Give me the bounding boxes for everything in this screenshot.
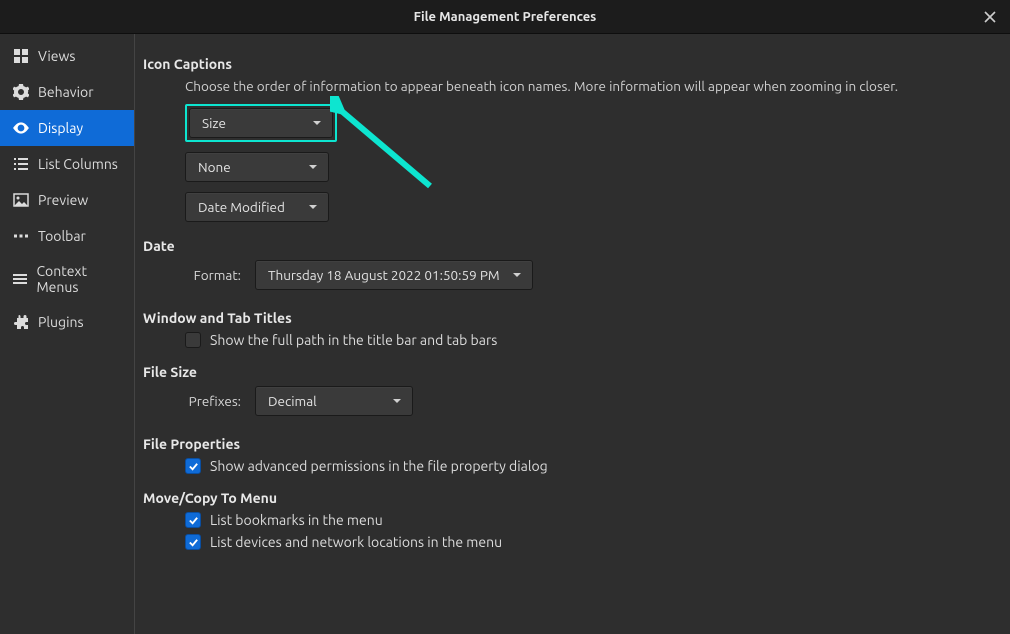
devices-label: List devices and network locations in th… [210, 534, 502, 550]
titlebar: File Management Preferences [0, 0, 1010, 34]
window-tab-heading: Window and Tab Titles [143, 310, 988, 326]
combo-value: Thursday 18 August 2022 01:50:59 PM [268, 267, 500, 283]
prefixes-label: Prefixes: [185, 393, 241, 409]
sidebar-item-label: Behavior [38, 84, 94, 100]
full-path-checkbox[interactable] [185, 332, 201, 348]
devices-checkbox[interactable] [185, 534, 201, 550]
move-copy-heading: Move/Copy To Menu [143, 490, 988, 506]
combo-value: Decimal [268, 393, 317, 409]
bookmarks-label: List bookmarks in the menu [210, 512, 383, 528]
sidebar-item-preview[interactable]: Preview [0, 182, 134, 218]
sidebar-item-behavior[interactable]: Behavior [0, 74, 134, 110]
close-button[interactable] [980, 7, 1000, 27]
sidebar-item-toolbar[interactable]: Toolbar [0, 218, 134, 254]
menu-icon [12, 270, 28, 288]
prefixes-combo[interactable]: Decimal [255, 386, 413, 416]
sidebar-item-label: List Columns [38, 156, 118, 172]
sidebar-item-context-menus[interactable]: Context Menus [0, 254, 134, 304]
full-path-label: Show the full path in the title bar and … [210, 332, 497, 348]
chevron-down-icon [308, 199, 318, 215]
date-format-combo[interactable]: Thursday 18 August 2022 01:50:59 PM [255, 260, 533, 290]
advanced-perms-checkbox[interactable] [185, 458, 201, 474]
list-icon [12, 155, 30, 173]
sidebar-item-views[interactable]: Views [0, 38, 134, 74]
caption-combo-3[interactable]: Date Modified [185, 192, 329, 222]
combo-value: None [198, 159, 231, 175]
icon-captions-heading: Icon Captions [143, 56, 988, 72]
file-props-heading: File Properties [143, 436, 988, 452]
date-heading: Date [143, 238, 988, 254]
sidebar-item-label: Views [38, 48, 75, 64]
annotation-highlight: Size [185, 104, 337, 142]
caption-combo-1[interactable]: Size [189, 108, 333, 138]
combo-value: Size [202, 115, 226, 131]
chevron-down-icon [308, 159, 318, 175]
caption-combo-2[interactable]: None [185, 152, 329, 182]
combo-value: Date Modified [198, 199, 285, 215]
sidebar-item-label: Preview [38, 192, 88, 208]
chevron-down-icon [392, 393, 402, 409]
sidebar: Views Behavior Display List Columns Prev… [0, 34, 135, 634]
grid-icon [12, 47, 30, 65]
chevron-down-icon [312, 115, 322, 131]
sidebar-item-label: Toolbar [38, 228, 86, 244]
sidebar-item-label: Context Menus [36, 263, 124, 295]
eye-icon [12, 119, 30, 137]
chevron-down-icon [512, 267, 522, 283]
file-size-heading: File Size [143, 364, 988, 380]
advanced-perms-label: Show advanced permissions in the file pr… [210, 458, 548, 474]
sidebar-item-label: Display [38, 120, 83, 136]
sidebar-item-display[interactable]: Display [0, 110, 134, 146]
sidebar-item-label: Plugins [38, 314, 84, 330]
image-icon [12, 191, 30, 209]
bookmarks-checkbox[interactable] [185, 512, 201, 528]
puzzle-icon [12, 313, 30, 331]
gear-icon [12, 83, 30, 101]
content-pane: Icon Captions Choose the order of inform… [135, 34, 1010, 634]
sidebar-item-list-columns[interactable]: List Columns [0, 146, 134, 182]
sidebar-item-plugins[interactable]: Plugins [0, 304, 134, 340]
window-title: File Management Preferences [414, 10, 597, 24]
date-format-label: Format: [185, 267, 241, 283]
icon-captions-desc: Choose the order of information to appea… [185, 78, 988, 94]
dots-icon [12, 227, 30, 245]
